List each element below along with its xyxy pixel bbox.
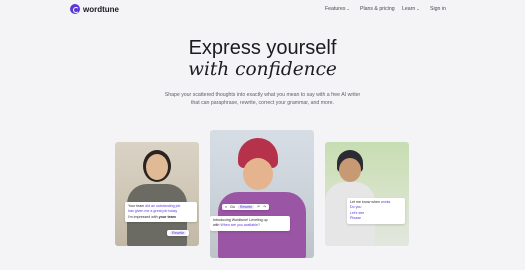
bubble-line2: with When are you available? xyxy=(213,223,260,228)
rewrite-chip[interactable]: Rewrite xyxy=(167,230,190,236)
nav-plans[interactable]: Plans & pricing xyxy=(360,6,395,12)
hero-title: Express yourself with confidence xyxy=(0,37,525,81)
top-nav: wordtune Features⌄ Plans & pricing Learn… xyxy=(0,0,525,20)
person-face xyxy=(243,158,273,190)
bubble-line3: I'm impressed with your team xyxy=(128,214,176,219)
nav-signin[interactable]: Sign in xyxy=(430,6,446,12)
close-icon[interactable]: × xyxy=(225,205,227,209)
undo-icon[interactable]: ↶ xyxy=(257,205,260,209)
suggestion-bubble: Introducing Wordtune! Leveling up with W… xyxy=(210,216,290,231)
showcase-card-center: × Go Rewrite ↶ ↷ Introducing Wordtune! L… xyxy=(210,130,314,258)
hero-title-line1: Express yourself xyxy=(188,37,337,59)
bubble-line4: Please xyxy=(350,216,361,221)
showcase-card-left: Your team did an outstanding job has giv… xyxy=(115,142,199,246)
go-button[interactable]: Go xyxy=(230,205,235,209)
person-face xyxy=(146,154,168,180)
editor-toolbar: × Go Rewrite ↶ ↷ xyxy=(222,204,270,210)
chevron-down-icon: ⌄ xyxy=(416,6,420,11)
hero-title-line2: with confidence xyxy=(188,59,337,80)
rewrite-button[interactable]: Rewrite xyxy=(237,205,255,209)
rewrite-bubble: Your team did an outstanding job has giv… xyxy=(125,202,197,223)
nav-features[interactable]: Features⌄ xyxy=(325,6,350,12)
hero-subtitle: Shape your scattered thoughts into exact… xyxy=(164,92,361,106)
suggestion-bubble: Let me know when works Do you Let's see … xyxy=(347,198,405,224)
brand-logo[interactable]: wordtune xyxy=(70,4,119,14)
nav-learn[interactable]: Learn⌄ xyxy=(402,6,420,12)
wordtune-logo-icon xyxy=(70,4,80,14)
brand-name: wordtune xyxy=(83,4,119,14)
chevron-down-icon: ⌄ xyxy=(346,6,350,11)
redo-icon[interactable]: ↷ xyxy=(263,205,266,209)
showcase-card-right: Let me know when works Do you Let's see … xyxy=(325,142,409,246)
person-face xyxy=(339,158,361,182)
